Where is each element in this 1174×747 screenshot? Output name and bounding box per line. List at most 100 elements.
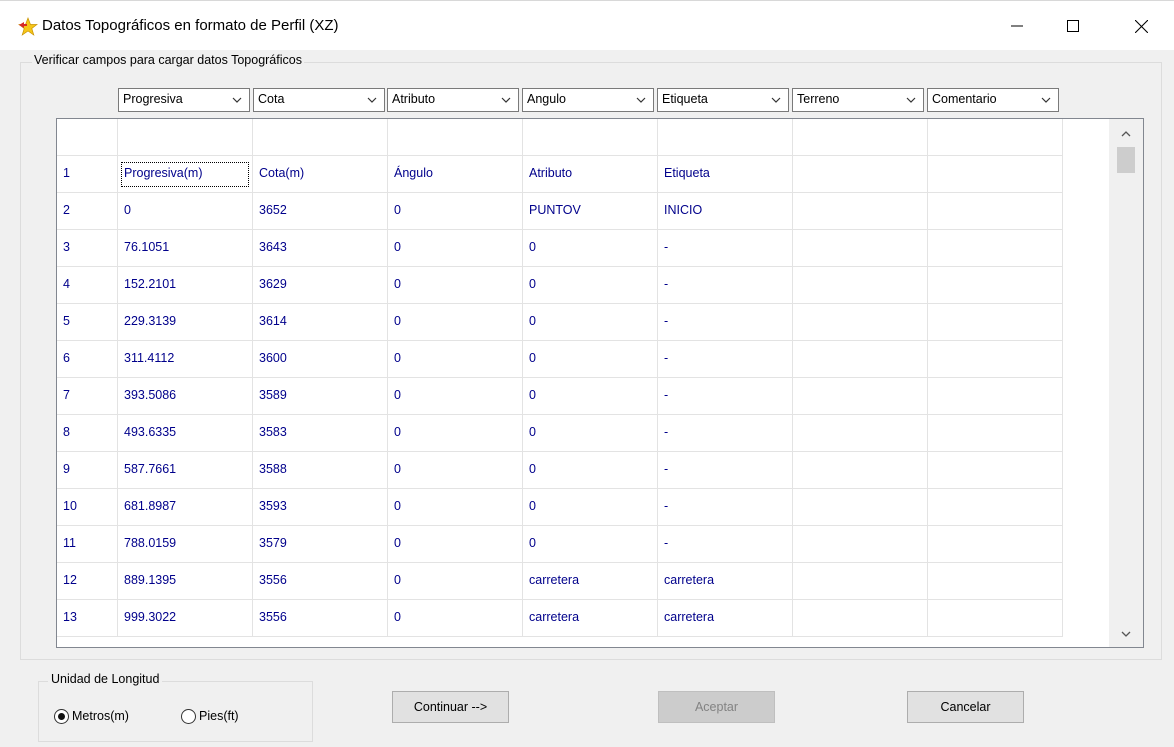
column-select-5[interactable]: Etiqueta	[657, 88, 789, 112]
table-cell[interactable]: Atributo	[523, 156, 658, 193]
table-cell[interactable]: 0	[523, 452, 658, 489]
table-cell[interactable]: 3643	[253, 230, 388, 267]
table-cell[interactable]: 788.0159	[118, 526, 253, 563]
table-cell[interactable]	[928, 193, 1063, 230]
table-cell[interactable]	[793, 600, 928, 637]
table-cell[interactable]: 3629	[253, 267, 388, 304]
row-number[interactable]: 3	[57, 230, 118, 267]
table-cell[interactable]: -	[658, 230, 793, 267]
table-cell[interactable]: 0	[523, 341, 658, 378]
table-cell[interactable]: 999.3022	[118, 600, 253, 637]
table-cell[interactable]: carretera	[523, 563, 658, 600]
row-number[interactable]: 6	[57, 341, 118, 378]
table-cell[interactable]: 0	[388, 230, 523, 267]
row-number[interactable]: 2	[57, 193, 118, 230]
table-cell[interactable]: 681.8987	[118, 489, 253, 526]
cancel-button[interactable]: Cancelar	[907, 691, 1024, 723]
table-cell[interactable]	[793, 341, 928, 378]
table-cell[interactable]: -	[658, 415, 793, 452]
table-cell[interactable]: 3583	[253, 415, 388, 452]
table-cell[interactable]: 0	[523, 378, 658, 415]
close-button[interactable]	[1118, 1, 1164, 51]
table-cell[interactable]: 493.6335	[118, 415, 253, 452]
table-cell[interactable]: 0	[388, 526, 523, 563]
table-cell[interactable]: -	[658, 341, 793, 378]
table-cell[interactable]: -	[658, 304, 793, 341]
table-cell[interactable]: 3556	[253, 563, 388, 600]
radio-pies[interactable]: Pies(ft)	[181, 707, 239, 725]
table-cell[interactable]	[928, 304, 1063, 341]
table-cell[interactable]: 0	[388, 193, 523, 230]
table-cell[interactable]: carretera	[658, 563, 793, 600]
chevron-up-icon[interactable]	[1119, 127, 1133, 141]
table-cell[interactable]	[928, 341, 1063, 378]
table-cell[interactable]: -	[658, 452, 793, 489]
table-cell[interactable]: 0	[388, 489, 523, 526]
table-cell[interactable]: 0	[523, 230, 658, 267]
column-select-1[interactable]: Progresiva	[118, 88, 250, 112]
continue-button[interactable]: Continuar -->	[392, 691, 509, 723]
maximize-button[interactable]	[1050, 1, 1096, 51]
column-select-2[interactable]: Cota	[253, 88, 385, 112]
table-cell[interactable]: 0	[523, 526, 658, 563]
minimize-button[interactable]	[994, 1, 1040, 51]
table-cell[interactable]: 3588	[253, 452, 388, 489]
row-number[interactable]: 1	[57, 156, 118, 193]
table-cell[interactable]	[388, 119, 523, 156]
table-cell[interactable]: -	[658, 267, 793, 304]
table-cell[interactable]: 311.4112	[118, 341, 253, 378]
table-cell[interactable]	[928, 415, 1063, 452]
table-cell[interactable]: 3593	[253, 489, 388, 526]
table-cell[interactable]: Etiqueta	[658, 156, 793, 193]
table-cell[interactable]	[793, 378, 928, 415]
table-cell[interactable]	[793, 230, 928, 267]
table-cell[interactable]: 0	[388, 267, 523, 304]
table-cell[interactable]	[928, 119, 1063, 156]
table-cell[interactable]	[793, 489, 928, 526]
scrollbar-thumb[interactable]	[1117, 147, 1135, 173]
table-cell[interactable]: -	[658, 489, 793, 526]
radio-metros[interactable]: Metros(m)	[54, 707, 129, 725]
table-cell[interactable]	[793, 156, 928, 193]
column-select-6[interactable]: Terreno	[792, 88, 924, 112]
row-number[interactable]: 8	[57, 415, 118, 452]
table-cell[interactable]: 152.2101	[118, 267, 253, 304]
row-number[interactable]: 5	[57, 304, 118, 341]
table-cell[interactable]: 3600	[253, 341, 388, 378]
table-cell[interactable]	[118, 119, 253, 156]
table-cell[interactable]: -	[658, 378, 793, 415]
table-cell[interactable]: PUNTOV	[523, 193, 658, 230]
table-cell[interactable]: 3589	[253, 378, 388, 415]
table-cell[interactable]: carretera	[658, 600, 793, 637]
table-cell[interactable]	[793, 119, 928, 156]
row-number[interactable]	[57, 119, 118, 156]
row-number[interactable]: 11	[57, 526, 118, 563]
table-cell[interactable]: 393.5086	[118, 378, 253, 415]
table-cell[interactable]	[928, 378, 1063, 415]
row-number[interactable]: 4	[57, 267, 118, 304]
table-cell[interactable]: Progresiva(m)	[118, 156, 253, 193]
row-number[interactable]: 7	[57, 378, 118, 415]
accept-button[interactable]: Aceptar	[658, 691, 775, 723]
table-cell[interactable]: 0	[388, 341, 523, 378]
table-cell[interactable]	[793, 304, 928, 341]
row-number[interactable]: 13	[57, 600, 118, 637]
table-cell[interactable]: 0	[388, 378, 523, 415]
table-cell[interactable]	[928, 267, 1063, 304]
table-cell[interactable]: 0	[388, 452, 523, 489]
table-cell[interactable]: 0	[388, 415, 523, 452]
table-cell[interactable]: 889.1395	[118, 563, 253, 600]
column-select-7[interactable]: Comentario	[927, 88, 1059, 112]
table-cell[interactable]: 0	[118, 193, 253, 230]
table-cell[interactable]	[793, 452, 928, 489]
table-cell[interactable]: -	[658, 526, 793, 563]
table-cell[interactable]	[928, 230, 1063, 267]
table-cell[interactable]	[253, 119, 388, 156]
table-cell[interactable]: 3579	[253, 526, 388, 563]
table-cell[interactable]	[793, 193, 928, 230]
table-cell[interactable]: 587.7661	[118, 452, 253, 489]
table-cell[interactable]: 0	[388, 304, 523, 341]
row-number[interactable]: 12	[57, 563, 118, 600]
table-cell[interactable]	[928, 563, 1063, 600]
table-cell[interactable]	[658, 119, 793, 156]
